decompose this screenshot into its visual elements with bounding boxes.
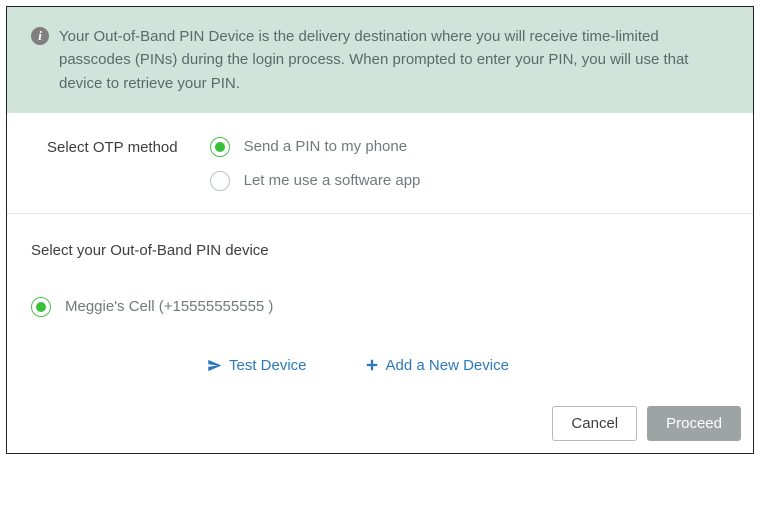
oob-pin-panel: i Your Out-of-Band PIN Device is the del… xyxy=(6,6,754,454)
radio-icon xyxy=(210,137,230,157)
add-device-label: Add a New Device xyxy=(386,357,509,374)
info-icon: i xyxy=(31,27,49,45)
proceed-button[interactable]: Proceed xyxy=(647,406,741,441)
add-device-link[interactable]: Add a New Device xyxy=(365,357,509,374)
device-actions: Test Device Add a New Device xyxy=(7,317,753,374)
footer-buttons: Cancel Proceed xyxy=(7,374,753,453)
device-heading: Select your Out-of-Band PIN device xyxy=(7,214,753,259)
test-device-label: Test Device xyxy=(229,357,307,374)
otp-option-label: Let me use a software app xyxy=(244,172,421,189)
info-text: Your Out-of-Band PIN Device is the deliv… xyxy=(59,25,729,95)
radio-icon xyxy=(210,171,230,191)
info-banner: i Your Out-of-Band PIN Device is the del… xyxy=(7,7,753,113)
otp-option-phone[interactable]: Send a PIN to my phone xyxy=(210,137,421,157)
device-option-meggies-cell[interactable]: Meggie's Cell (+15555555555 ) xyxy=(7,259,753,317)
otp-method-options: Send a PIN to my phone Let me use a soft… xyxy=(210,137,421,191)
plus-icon xyxy=(365,358,379,372)
otp-method-section: Select OTP method Send a PIN to my phone… xyxy=(7,113,753,213)
otp-option-app[interactable]: Let me use a software app xyxy=(210,171,421,191)
otp-option-label: Send a PIN to my phone xyxy=(244,138,407,155)
device-option-label: Meggie's Cell (+15555555555 ) xyxy=(65,298,273,315)
test-device-link[interactable]: Test Device xyxy=(207,357,307,374)
otp-method-label: Select OTP method xyxy=(47,137,178,156)
radio-icon xyxy=(31,297,51,317)
cancel-button[interactable]: Cancel xyxy=(552,406,637,441)
send-icon xyxy=(207,358,222,373)
